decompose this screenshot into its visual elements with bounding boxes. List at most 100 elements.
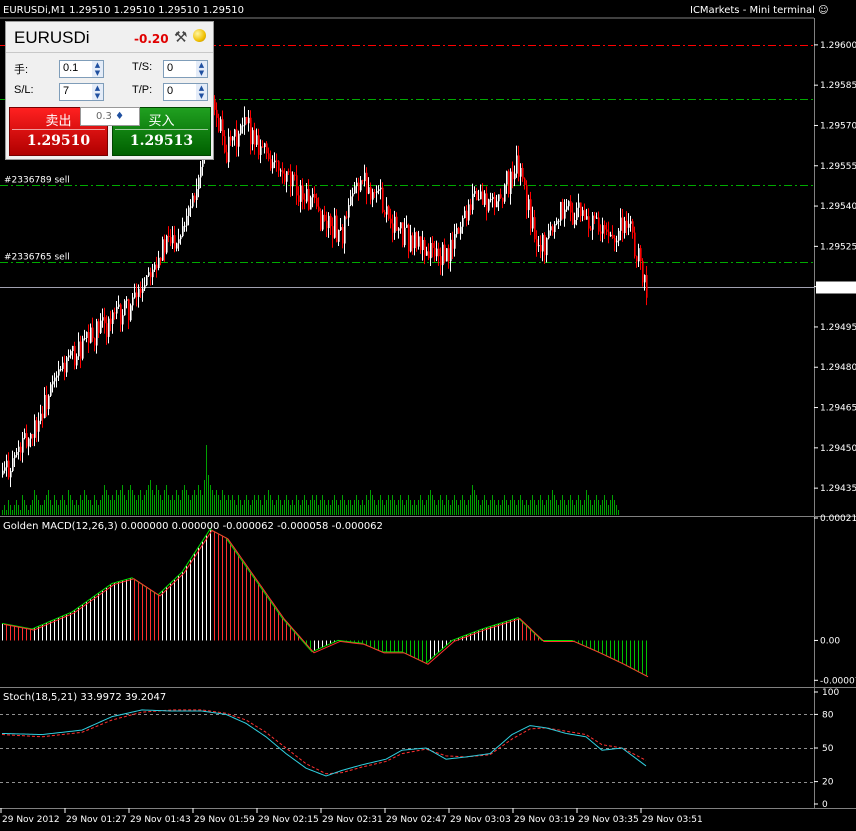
candle-body	[8, 460, 10, 478]
candle-body	[262, 146, 264, 148]
candle-body	[102, 317, 104, 321]
candle-body	[108, 318, 110, 337]
candle-body	[512, 171, 514, 180]
candle-body	[540, 244, 542, 252]
candle-body	[374, 192, 376, 194]
candle-body	[304, 199, 306, 202]
candle-body	[124, 300, 126, 316]
candle-body	[418, 236, 420, 247]
candle-body	[470, 204, 472, 210]
candle-body	[256, 135, 258, 145]
candle-body	[630, 221, 632, 224]
candle-body	[442, 244, 444, 266]
spin-arrow-icon[interactable]: ▲ ▼	[196, 84, 207, 100]
spin-arrow-icon[interactable]: ▲ ▼	[92, 84, 103, 100]
candle-body	[114, 312, 116, 314]
candle-body	[332, 226, 334, 238]
candle-body	[502, 197, 504, 202]
candle-body	[518, 155, 520, 177]
lot-small-input[interactable]: 0.3 ♦	[80, 107, 140, 126]
candle-body	[544, 234, 546, 256]
candle-body	[292, 174, 294, 187]
candle-body	[162, 239, 164, 261]
candle-body	[70, 351, 72, 356]
candle-body	[310, 197, 312, 210]
candle-body	[194, 195, 196, 201]
candle-body	[526, 185, 528, 211]
candle-body	[150, 272, 152, 278]
ts-stepper[interactable]: 0 ▲ ▼	[163, 60, 208, 78]
candle-body	[340, 227, 342, 231]
candle-body	[96, 321, 98, 346]
candle-body	[142, 288, 144, 293]
spin-arrow-icon[interactable]: ▲ ▼	[92, 61, 103, 77]
candle-body	[572, 212, 574, 225]
sl-stepper[interactable]: 7 ▲ ▼	[59, 83, 104, 101]
candle-body	[520, 167, 522, 177]
candle-body	[452, 239, 454, 249]
candle-body	[330, 215, 332, 227]
candle-body	[120, 304, 122, 325]
candle-body	[530, 199, 532, 229]
ohlc-header: EURUSDi,M1 1.29510 1.29510 1.29510 1.295…	[3, 5, 245, 16]
candle-body	[218, 117, 220, 132]
candle-body	[546, 238, 548, 256]
candle-body	[26, 433, 28, 447]
tools-icon[interactable]: ⚒	[174, 28, 187, 46]
candle-body	[460, 226, 462, 234]
candle-body	[634, 232, 636, 257]
candle-body	[590, 228, 592, 230]
candle-body	[564, 209, 566, 219]
candle-body	[506, 171, 508, 185]
candle-body	[110, 318, 112, 324]
candle-body	[404, 227, 406, 246]
candle-body	[370, 187, 372, 200]
candle-body	[594, 215, 596, 219]
candle-body	[22, 437, 24, 453]
candle-body	[562, 201, 564, 219]
candle-body	[602, 225, 604, 234]
candle-body	[280, 170, 282, 172]
candle-body	[312, 194, 314, 198]
candle-body	[424, 239, 426, 256]
candle-body	[216, 109, 218, 118]
lot-value: 0.1	[63, 62, 79, 74]
pnl-value: -0.20	[134, 32, 169, 46]
candle-body	[580, 202, 582, 216]
spin-arrow-icon[interactable]: ▲ ▼	[196, 61, 207, 77]
candle-body	[264, 143, 266, 148]
candle-body	[14, 455, 16, 459]
lot-stepper[interactable]: 0.1 ▲ ▼	[59, 60, 104, 78]
panel-divider	[6, 52, 213, 53]
candle-body	[610, 234, 612, 237]
candle-body	[508, 171, 510, 194]
candle-body	[338, 230, 340, 242]
candle-body	[432, 242, 434, 248]
candle-body	[174, 235, 176, 249]
tp-stepper[interactable]: 0 ▲ ▼	[163, 83, 208, 101]
candle-body	[116, 306, 118, 314]
price-tick-label: 1.29465	[820, 404, 856, 414]
candle-body	[626, 220, 628, 228]
candle-body	[272, 162, 274, 169]
candle-body	[628, 223, 630, 228]
candle-body	[320, 210, 322, 230]
candle-body	[146, 275, 148, 286]
price-tick-label: 1.29540	[820, 202, 856, 212]
candle-body	[286, 171, 288, 182]
candle-body	[636, 256, 638, 262]
candle-body	[474, 191, 476, 194]
candle-body	[104, 317, 106, 324]
spin-arrow-icon[interactable]: ♦	[115, 111, 124, 122]
candle-body	[426, 251, 428, 256]
candle-body	[430, 242, 432, 259]
candle-body	[192, 195, 194, 207]
candle-body	[394, 216, 396, 233]
candle-body	[60, 368, 62, 370]
candle-body	[166, 235, 168, 253]
candle-body	[536, 239, 538, 247]
coin-icon[interactable]	[193, 29, 206, 42]
mini-terminal-panel[interactable]: EURUSDi -0.20 ⚒ 手: 0.1 ▲ ▼ T/S: 0 ▲ ▼ S/L:…	[5, 21, 214, 160]
candle-body	[10, 471, 12, 478]
candle-body	[548, 230, 550, 239]
